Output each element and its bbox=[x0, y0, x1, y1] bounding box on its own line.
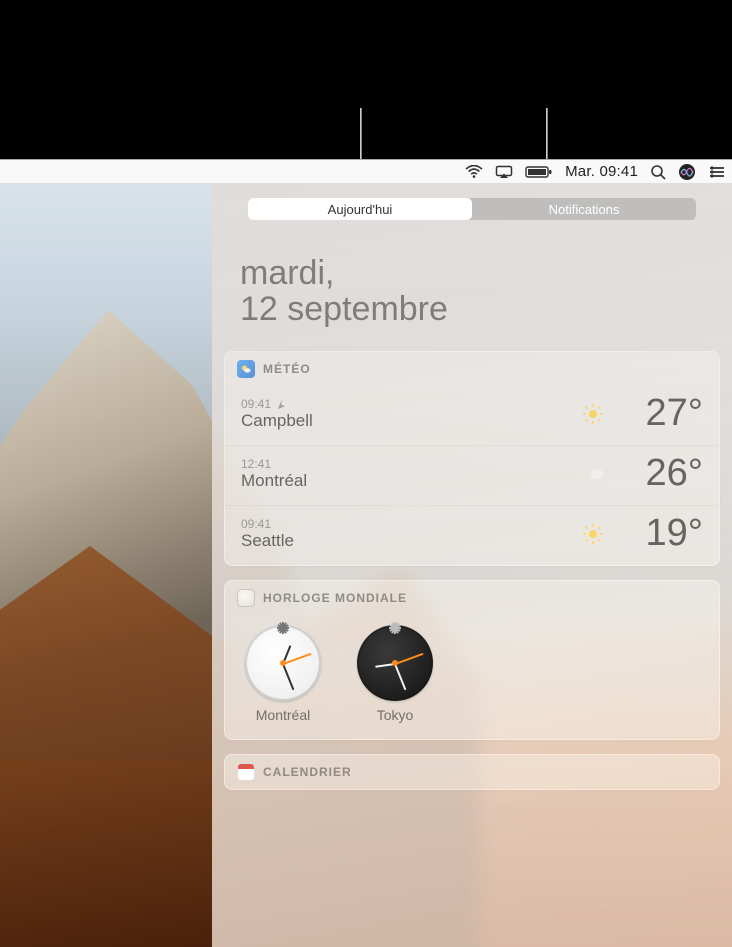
today-date-heading: mardi, 12 septembre bbox=[212, 220, 732, 351]
siri-icon[interactable] bbox=[678, 160, 696, 183]
clock-city-label: Montréal bbox=[256, 707, 310, 723]
notification-center-panel: Aujourd'hui Notifications mardi, 12 sept… bbox=[212, 184, 732, 947]
notification-center-icon[interactable] bbox=[708, 160, 726, 183]
tab-today[interactable]: Aujourd'hui bbox=[248, 198, 472, 220]
worldclock-widget-title: HORLOGE MONDIALE bbox=[263, 591, 407, 605]
worldclock-widget-header: HORLOGE MONDIALE bbox=[225, 581, 719, 615]
second-hand bbox=[395, 653, 424, 665]
weather-city: Seattle bbox=[241, 531, 579, 551]
nc-tabs: Aujourd'hui Notifications bbox=[248, 198, 696, 220]
clock-pin bbox=[392, 660, 398, 666]
weather-temp: 19° bbox=[611, 512, 703, 555]
minute-hand bbox=[394, 664, 406, 691]
calendar-widget-header: CALENDRIER bbox=[225, 755, 719, 789]
today-weekday: mardi, bbox=[240, 256, 704, 292]
clock-app-icon bbox=[237, 589, 255, 607]
spotlight-icon[interactable] bbox=[650, 160, 666, 183]
weather-app-icon bbox=[237, 360, 255, 378]
weather-time: 09:41 bbox=[241, 397, 579, 411]
weather-widget[interactable]: MÉTÉO 09:41Campbell27°12:41Montréal26°09… bbox=[224, 351, 720, 566]
location-arrow-icon bbox=[275, 399, 285, 409]
clock-face bbox=[245, 625, 321, 701]
today-daymonth: 12 septembre bbox=[240, 292, 704, 328]
world-clock[interactable]: Montréal bbox=[245, 625, 321, 723]
clock-city-label: Tokyo bbox=[377, 707, 414, 723]
battery-icon[interactable] bbox=[525, 160, 553, 183]
weather-temp: 26° bbox=[611, 452, 703, 495]
weather-condition-icon bbox=[579, 465, 607, 483]
weather-condition-icon bbox=[579, 523, 607, 545]
weather-time: 09:41 bbox=[241, 517, 579, 531]
weather-widget-title: MÉTÉO bbox=[263, 362, 311, 376]
weather-row[interactable]: 09:41Seattle 19° bbox=[225, 505, 719, 565]
weather-city: Montréal bbox=[241, 471, 579, 491]
minute-hand bbox=[282, 664, 294, 691]
calendar-widget[interactable]: CALENDRIER bbox=[224, 754, 720, 790]
weather-widget-header: MÉTÉO bbox=[225, 352, 719, 386]
weather-temp: 27° bbox=[611, 392, 703, 435]
stage: Mar. 09:41 Aujourd'hui Notifications mar… bbox=[0, 0, 732, 947]
world-clock[interactable]: Tokyo bbox=[357, 625, 433, 723]
desktop: Mar. 09:41 Aujourd'hui Notifications mar… bbox=[0, 159, 732, 947]
menu-bar: Mar. 09:41 bbox=[0, 160, 732, 184]
worldclock-widget[interactable]: HORLOGE MONDIALE Montréal Tokyo bbox=[224, 580, 720, 740]
weather-row[interactable]: 09:41Campbell 27° bbox=[225, 386, 719, 445]
airplay-icon[interactable] bbox=[495, 160, 513, 183]
menubar-datetime[interactable]: Mar. 09:41 bbox=[565, 160, 638, 183]
clock-face bbox=[357, 625, 433, 701]
wifi-icon[interactable] bbox=[465, 160, 483, 183]
weather-time: 12:41 bbox=[241, 457, 579, 471]
weather-city: Campbell bbox=[241, 411, 579, 431]
weather-row[interactable]: 12:41Montréal 26° bbox=[225, 445, 719, 505]
calendar-app-icon bbox=[237, 763, 255, 781]
clock-pin bbox=[280, 660, 286, 666]
calendar-widget-title: CALENDRIER bbox=[263, 765, 352, 779]
tab-notifications[interactable]: Notifications bbox=[472, 198, 696, 220]
weather-condition-icon bbox=[579, 403, 607, 425]
